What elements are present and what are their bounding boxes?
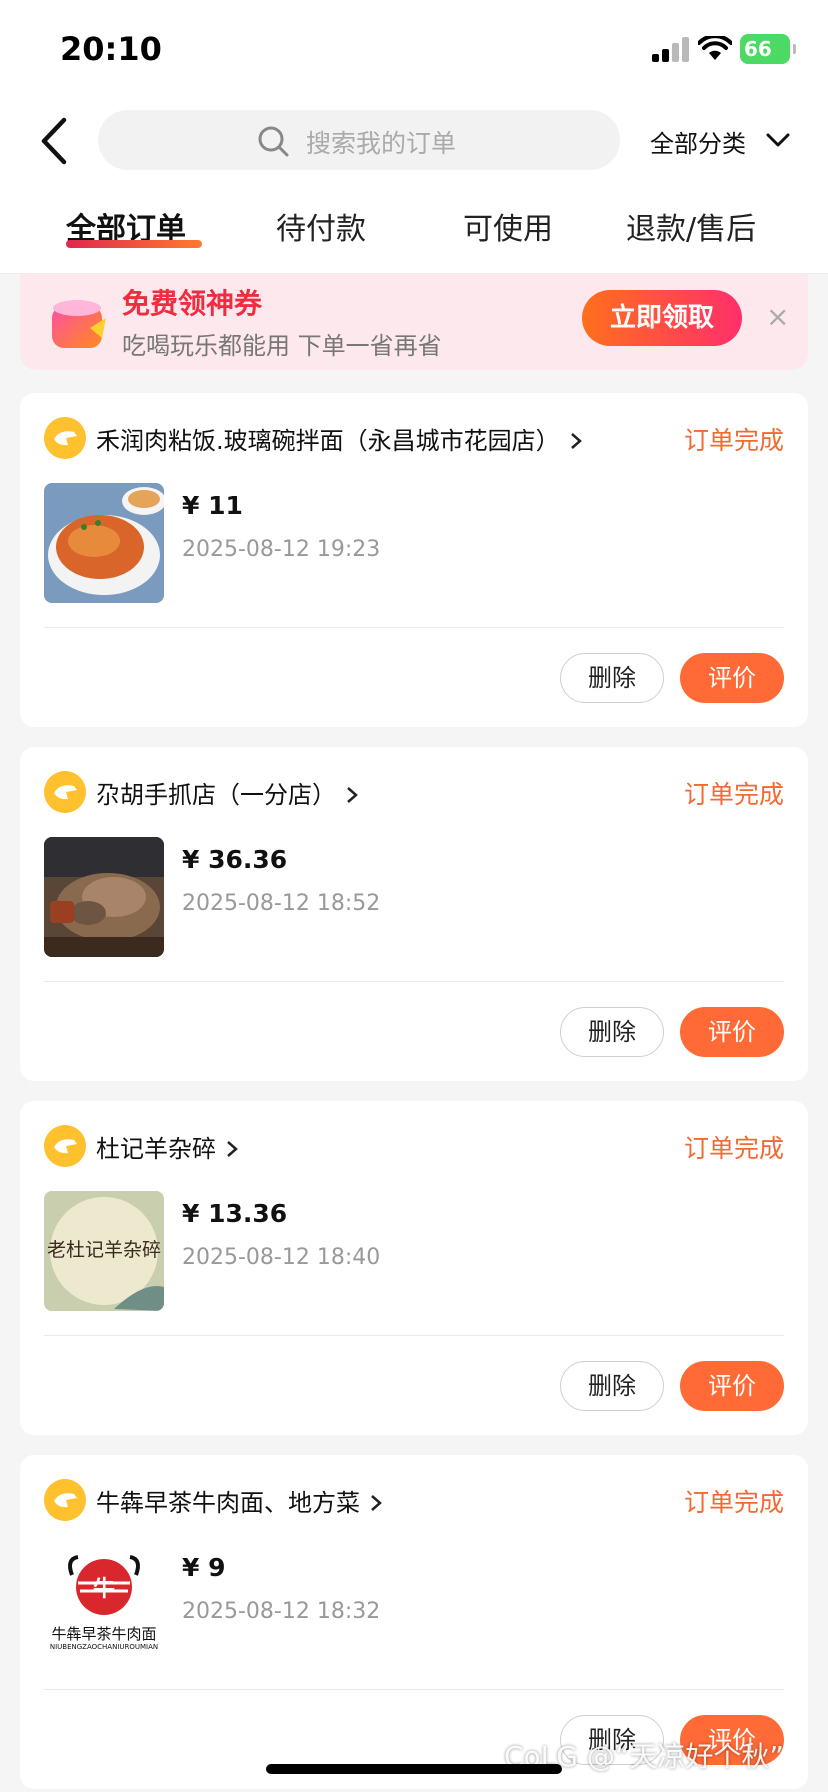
claim-coupon-button[interactable]: 立即领取: [582, 290, 742, 346]
order-price: ¥ 13.36: [182, 1199, 288, 1228]
divider: [44, 1689, 784, 1690]
order-date: 2025-08-12 19:23: [182, 537, 381, 562]
order-card[interactable]: 尕胡手抓店（一分店） 订单完成 ¥ 36.36 2025-08-12 18:52…: [20, 747, 808, 1081]
top-header: 20:10 66 搜索我的订单 全部分类 全部订单 待付款 可使用 退款/售后: [0, 0, 828, 274]
order-price: ¥ 9: [182, 1553, 226, 1582]
order-card[interactable]: 杜记羊杂碎 订单完成 老杜记羊杂碎 ¥ 13.36 2025-08-12 18:…: [20, 1101, 808, 1435]
chevron-down-icon[interactable]: [766, 132, 790, 148]
chevron-right-icon: [371, 1495, 382, 1511]
search-input[interactable]: 搜索我的订单: [98, 110, 620, 170]
store-logo-image: 牛 牛犇早茶牛肉面 NIUBENGZAOCHANIUROUMIAN: [44, 1545, 164, 1665]
order-date: 2025-08-12 18:32: [182, 1599, 381, 1624]
delete-button[interactable]: 删除: [560, 1361, 664, 1411]
store-name[interactable]: 禾润肉粘饭.玻璃碗拌面（永昌城市花园店）: [96, 421, 582, 456]
order-card[interactable]: 禾润肉粘饭.玻璃碗拌面（永昌城市花园店） 订单完成 ¥ 11 2025-08-1…: [20, 393, 808, 727]
order-status: 订单完成: [683, 1488, 784, 1517]
search-placeholder: 搜索我的订单: [306, 129, 457, 158]
store-logo-image: 老杜记羊杂碎: [44, 1191, 164, 1311]
divider: [44, 1335, 784, 1336]
chevron-right-icon: [570, 433, 582, 449]
close-icon[interactable]: ×: [766, 300, 789, 333]
store-icon: [44, 1125, 86, 1167]
rate-button[interactable]: 评价: [680, 653, 784, 703]
order-date: 2025-08-12 18:52: [182, 891, 381, 916]
store-name[interactable]: 尕胡手抓店（一分店）: [96, 775, 358, 810]
promo-subtitle: 吃喝玩乐都能用 下单一省再省: [122, 332, 442, 360]
active-tab-underline: [66, 240, 202, 248]
rate-button[interactable]: 评价: [680, 1361, 784, 1411]
order-price: ¥ 36.36: [182, 845, 288, 874]
store-icon: [44, 771, 86, 813]
coupon-promo-banner: 免费领神券 吃喝玩乐都能用 下单一省再省 立即领取 ×: [20, 274, 808, 370]
home-indicator[interactable]: [266, 1764, 562, 1774]
promo-title: 免费领神券: [122, 287, 263, 320]
status-time: 20:10: [60, 30, 162, 68]
store-logo-name: 牛犇早茶牛肉面: [51, 1625, 157, 1643]
store-logo-pinyin: NIUBENGZAOCHANIUROUMIAN: [49, 1643, 159, 1651]
order-date: 2025-08-12 18:40: [182, 1245, 381, 1270]
order-tabs: 全部订单 待付款 可使用 退款/售后: [0, 204, 828, 264]
cellular-signal-icon: [652, 37, 692, 62]
battery-icon: 66: [740, 34, 796, 64]
tab-refund[interactable]: 退款/售后: [626, 204, 756, 248]
store-icon: [44, 1479, 86, 1521]
order-status: 订单完成: [683, 780, 784, 809]
back-arrow-icon[interactable]: [36, 116, 76, 166]
divider: [44, 627, 784, 628]
tab-pending-payment[interactable]: 待付款: [276, 204, 366, 248]
chevron-right-icon: [347, 787, 358, 803]
gift-icon: [52, 300, 106, 348]
store-logo-text: 老杜记羊杂碎: [46, 1239, 161, 1261]
search-icon: [258, 126, 289, 157]
food-image: [44, 483, 164, 603]
divider: [44, 981, 784, 982]
category-dropdown[interactable]: 全部分类: [650, 124, 746, 159]
store-logo-char: 牛: [92, 1577, 115, 1602]
delete-button[interactable]: 删除: [560, 653, 664, 703]
store-name[interactable]: 杜记羊杂碎: [96, 1129, 238, 1164]
status-icons: 66: [652, 34, 796, 66]
delete-button[interactable]: 删除: [560, 1007, 664, 1057]
order-status: 订单完成: [683, 1134, 784, 1163]
food-image: [44, 837, 164, 957]
order-price: ¥ 11: [182, 491, 243, 520]
wifi-icon: [698, 36, 732, 60]
store-name[interactable]: 牛犇早茶牛肉面、地方菜: [96, 1483, 382, 1518]
order-status: 订单完成: [683, 426, 784, 455]
rate-button[interactable]: 评价: [680, 1007, 784, 1057]
chevron-right-icon: [227, 1141, 238, 1157]
tab-usable[interactable]: 可使用: [463, 204, 553, 248]
store-icon: [44, 417, 86, 459]
